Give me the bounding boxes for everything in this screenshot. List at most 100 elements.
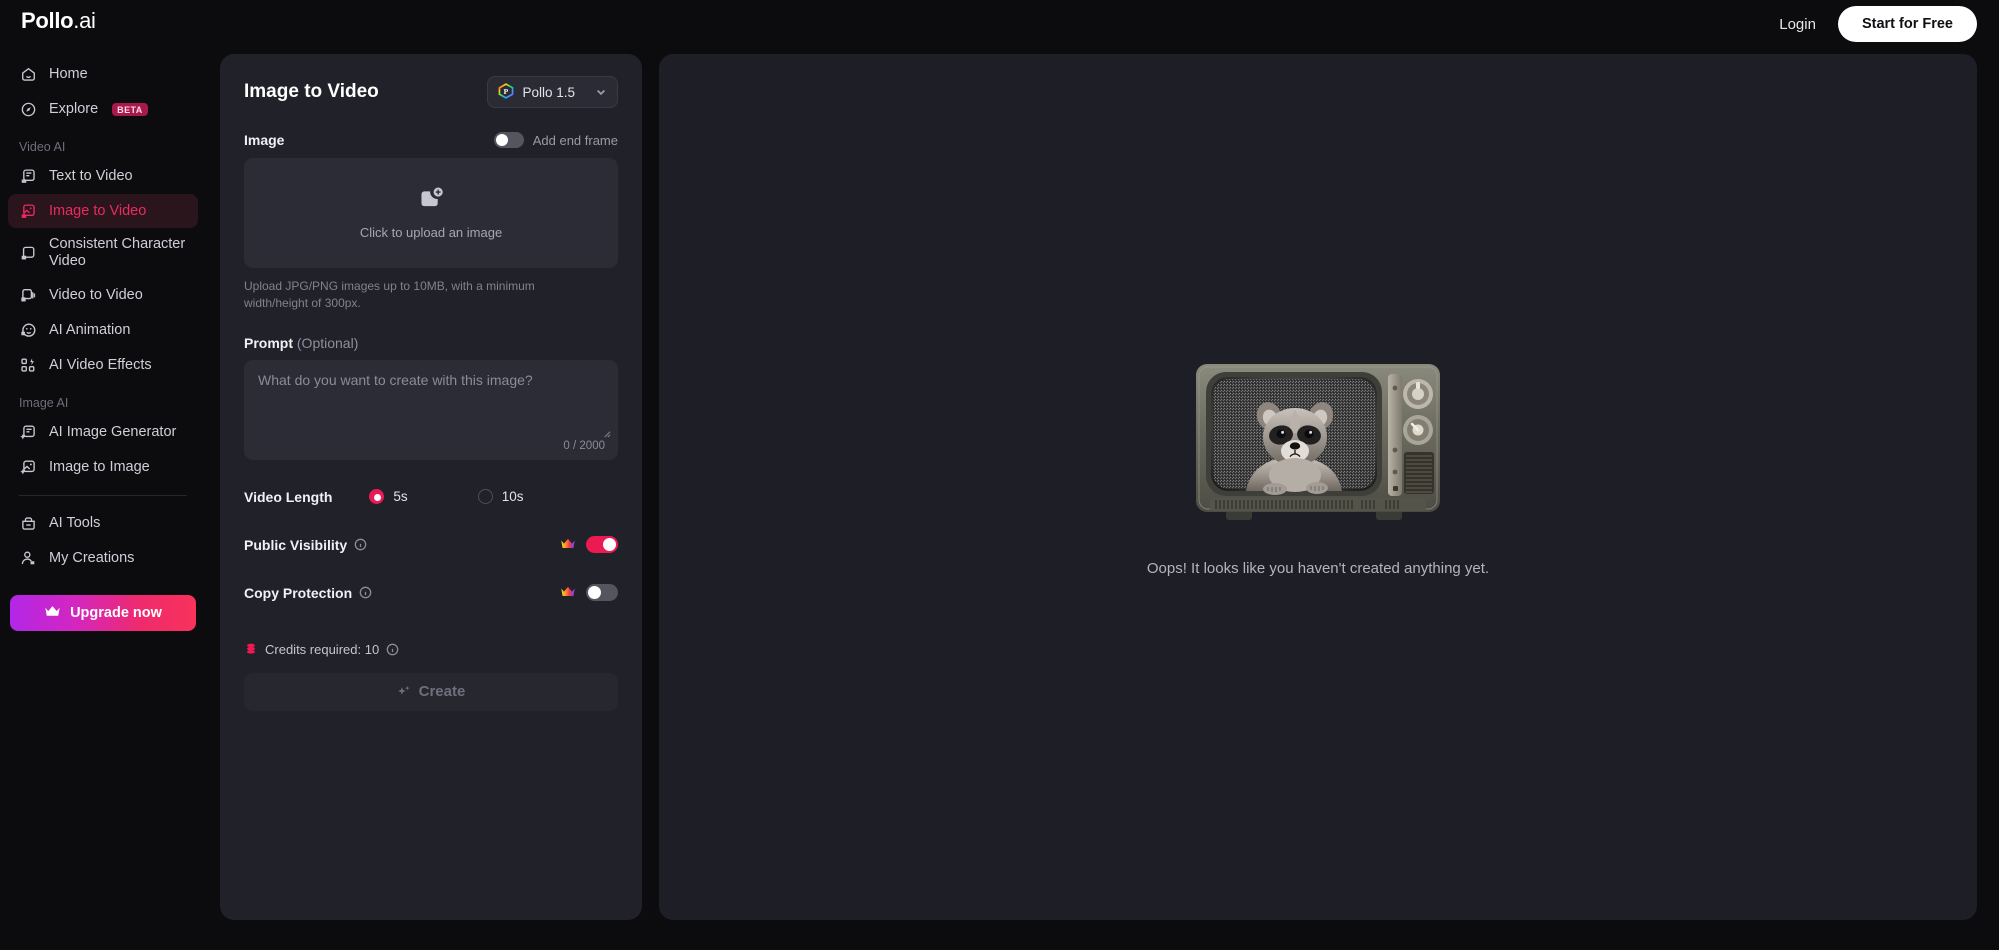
copy-protection-label: Copy Protection: [244, 584, 353, 601]
sidebar-item-ai-video-effects[interactable]: AI Video Effects: [8, 348, 198, 382]
upgrade-now-button[interactable]: Upgrade now: [10, 595, 196, 631]
sidebar-item-label: AI Image Generator: [49, 424, 177, 440]
resize-handle[interactable]: [602, 425, 611, 438]
sidebar-item-label: AI Tools: [49, 515, 101, 531]
video-length-label: Video Length: [244, 488, 333, 505]
copy-protection-row: Copy Protection: [244, 582, 618, 604]
start-for-free-button[interactable]: Start for Free: [1837, 6, 1977, 42]
pollo-logo-icon: P: [498, 82, 514, 102]
public-visibility-label: Public Visibility: [244, 536, 348, 553]
brand-name: Pollo: [21, 8, 74, 33]
ai-video-effects-icon: [19, 356, 37, 374]
sidebar-item-ai-tools[interactable]: AI Tools: [8, 506, 198, 540]
video-length-option-label: 10s: [501, 489, 524, 505]
add-end-frame-toggle[interactable]: [493, 132, 524, 148]
upload-hint-text: Upload JPG/PNG images up to 10MB, with a…: [244, 279, 535, 311]
copy-protection-controls: [560, 584, 618, 602]
sidebar: Home Explore BETA Video AI Text to Video…: [0, 44, 206, 950]
add-end-frame-control: Add end frame: [493, 132, 618, 148]
sidebar-item-my-creations[interactable]: My Creations: [8, 541, 198, 575]
add-end-frame-label: Add end frame: [532, 132, 618, 148]
info-icon[interactable]: [359, 586, 372, 599]
ai-image-generator-icon: [19, 423, 37, 441]
prompt-section-label: Prompt (Optional): [244, 335, 618, 351]
public-visibility-toggle[interactable]: [586, 536, 618, 554]
text-to-video-icon: [19, 167, 37, 185]
results-canvas: Oops! It looks like you haven't created …: [659, 54, 1977, 920]
compass-icon: [19, 100, 37, 118]
retro-tv-raccoon-image: [1190, 358, 1446, 530]
image-to-image-icon: [19, 458, 37, 476]
sidebar-group-label-video-ai: Video AI: [19, 140, 66, 154]
info-icon[interactable]: [386, 643, 399, 656]
sidebar-item-label: Text to Video: [49, 168, 133, 184]
sidebar-item-ai-animation[interactable]: AI Animation: [8, 313, 198, 347]
brand-suffix: .ai: [73, 8, 96, 33]
video-length-option-10s[interactable]: 10s: [477, 489, 524, 505]
settings-panel: Image to Video P Pollo 1.5 Image Add end…: [220, 54, 642, 920]
brand-logo[interactable]: Pollo.ai: [21, 8, 96, 34]
sidebar-item-text-to-video[interactable]: Text to Video: [8, 159, 198, 193]
premium-crown-icon: [560, 537, 576, 553]
sidebar-item-consistent-character-video[interactable]: Consistent Character Video: [8, 229, 198, 277]
sidebar-item-explore[interactable]: Explore BETA: [8, 92, 198, 126]
prompt-optional-label: (Optional): [296, 334, 359, 351]
prompt-input[interactable]: [258, 371, 604, 434]
video-to-video-icon: [19, 286, 37, 304]
premium-crown-icon: [560, 585, 576, 601]
top-bar: Pollo.ai Login Start for Free: [0, 0, 1999, 44]
sidebar-item-home[interactable]: Home: [8, 57, 198, 91]
sidebar-item-label: Image to Image: [49, 459, 150, 475]
video-length-option-5s[interactable]: 5s: [369, 489, 408, 505]
panel-header: Image to Video P Pollo 1.5: [244, 76, 618, 108]
character-video-icon: [19, 244, 37, 262]
crown-icon: [44, 604, 61, 622]
empty-state-message: Oops! It looks like you haven't created …: [1146, 559, 1490, 577]
sidebar-item-label: Consistent Character Video: [49, 235, 186, 269]
empty-state: Oops! It looks like you haven't created …: [1147, 358, 1489, 577]
copy-protection-label-group: Copy Protection: [244, 585, 372, 601]
top-bar-actions: Login Start for Free: [1779, 6, 1977, 42]
dropzone-label: Click to upload an image: [359, 225, 503, 240]
sidebar-item-image-to-image[interactable]: Image to Image: [8, 450, 198, 484]
beta-badge: BETA: [112, 102, 148, 116]
prompt-label: Prompt: [244, 334, 293, 351]
home-icon: [19, 65, 37, 83]
video-length-option-label: 5s: [393, 489, 408, 505]
sidebar-item-label: My Creations: [49, 550, 135, 566]
chevron-down-icon: [595, 86, 607, 98]
ai-animation-icon: [19, 321, 37, 339]
create-button[interactable]: Create: [244, 672, 618, 711]
video-length-row: Video Length 5s 10s: [244, 486, 618, 508]
create-button-label: Create: [418, 683, 466, 701]
credits-required-label: Credits required: 10: [265, 641, 380, 657]
video-length-options: 5s 10s: [369, 489, 524, 505]
radio-icon: [369, 489, 385, 505]
sidebar-group-label-image-ai: Image AI: [19, 396, 69, 410]
model-selector[interactable]: P Pollo 1.5: [487, 76, 618, 108]
sidebar-item-label: Image to Video: [49, 203, 147, 219]
copy-protection-toggle[interactable]: [586, 584, 618, 602]
prompt-box: 0 / 2000: [244, 359, 618, 460]
login-link[interactable]: Login: [1779, 16, 1816, 33]
upgrade-now-label: Upgrade now: [70, 605, 162, 621]
public-visibility-label-group: Public Visibility: [244, 537, 367, 553]
sidebar-item-ai-image-generator[interactable]: AI Image Generator: [8, 415, 198, 449]
sidebar-item-video-to-video[interactable]: Video to Video: [8, 278, 198, 312]
public-visibility-row: Public Visibility: [244, 534, 618, 556]
image-section-header: Image Add end frame: [244, 132, 618, 148]
credits-required-row: Credits required: 10: [244, 642, 618, 657]
image-add-icon: [418, 186, 444, 217]
sidebar-item-label: AI Animation: [49, 322, 131, 338]
radio-icon: [477, 489, 493, 505]
user-icon: [19, 549, 37, 567]
sidebar-item-label: Video to Video: [49, 287, 143, 303]
character-counter: 0 / 2000: [563, 439, 605, 452]
image-upload-dropzone[interactable]: Click to upload an image: [244, 158, 618, 268]
info-icon[interactable]: [354, 538, 367, 551]
sidebar-divider: [19, 495, 187, 496]
sidebar-item-image-to-video[interactable]: Image to Video: [8, 194, 198, 228]
sparkle-icon: [397, 685, 411, 699]
sidebar-item-label: Explore: [49, 101, 99, 117]
page-title: Image to Video: [244, 81, 379, 102]
